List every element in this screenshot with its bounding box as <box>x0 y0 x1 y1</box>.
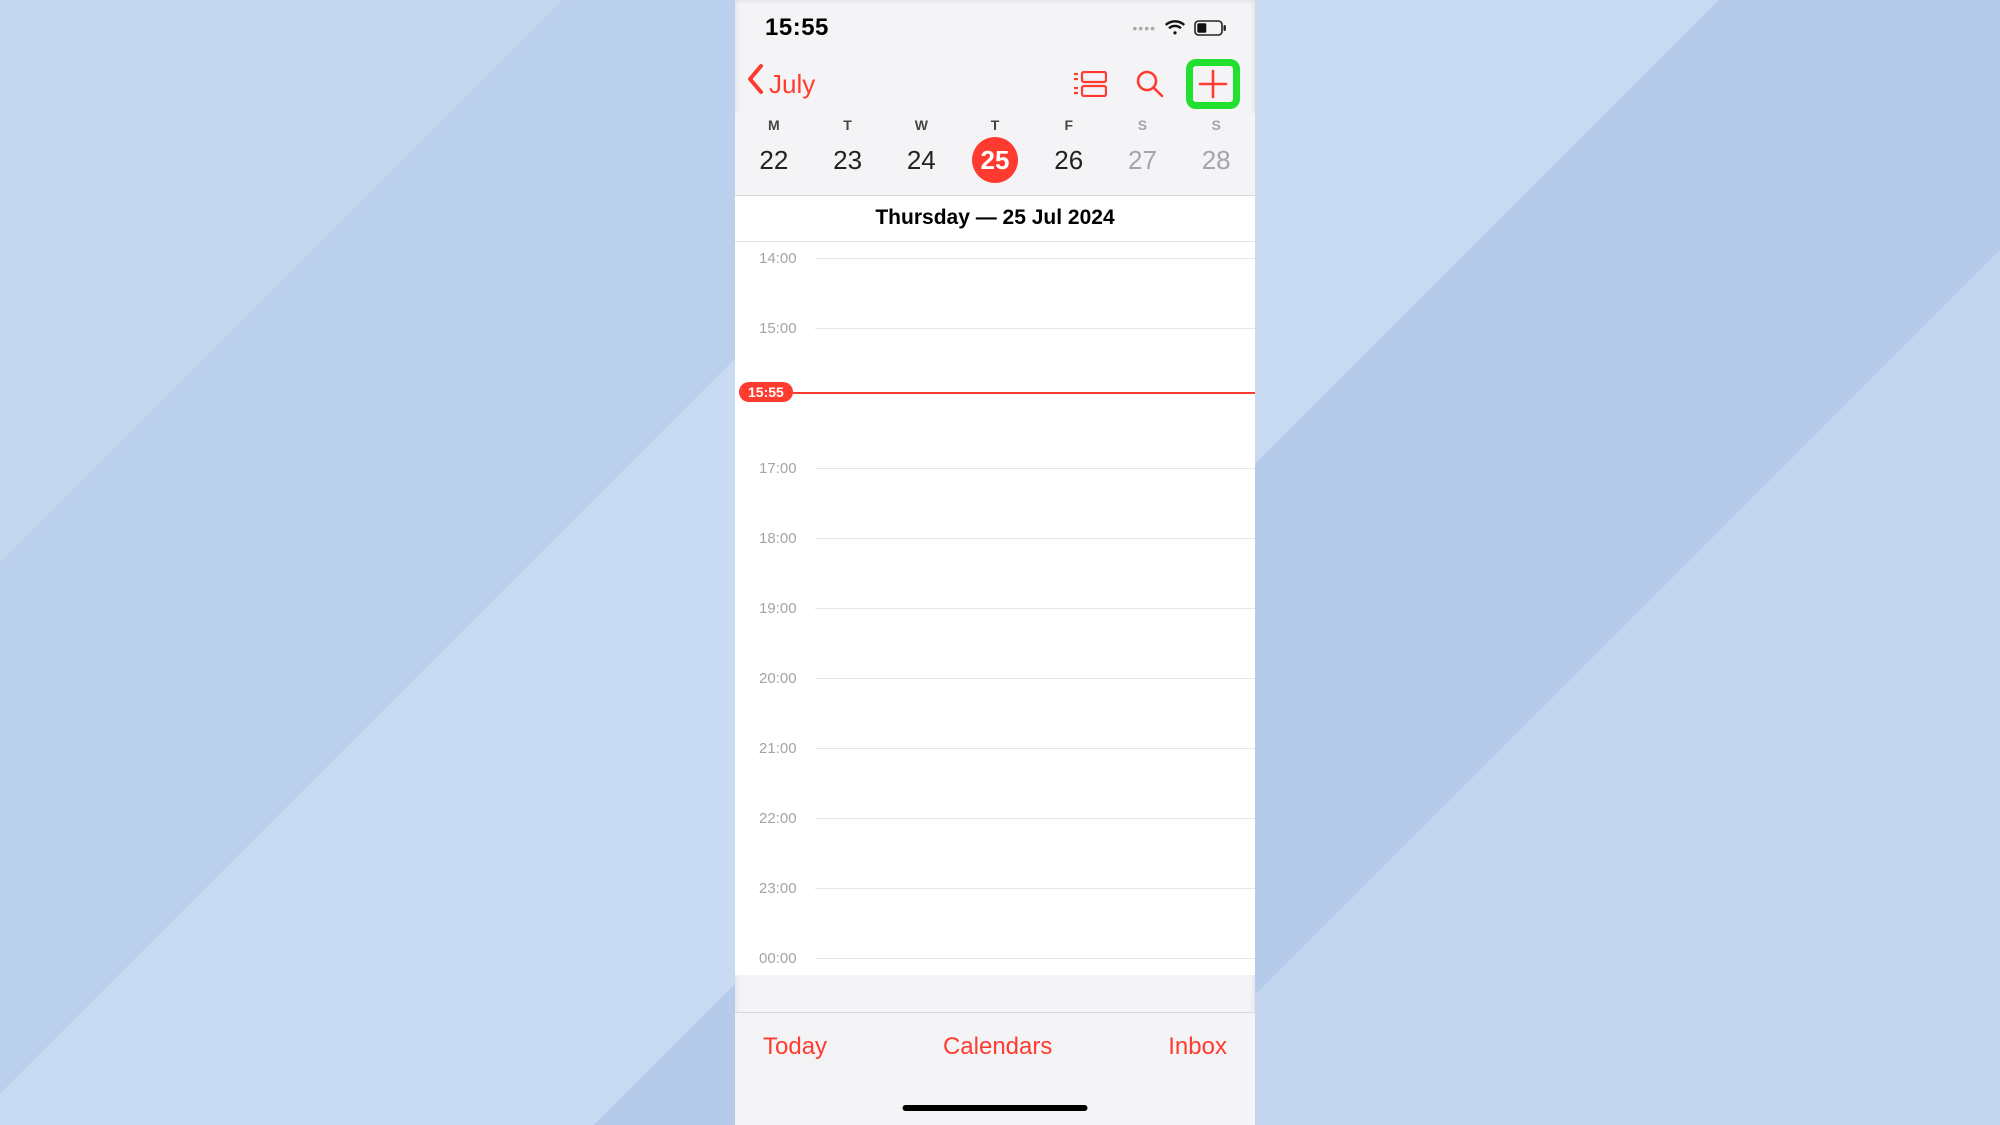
hour-row: 15:00 <box>735 328 1255 398</box>
nav-toolbar: July <box>735 55 1255 113</box>
day-of-week-label: T <box>991 117 1000 133</box>
add-event-button[interactable] <box>1186 59 1240 109</box>
day-column[interactable]: S 27 <box>1106 113 1180 195</box>
hour-label: 18:00 <box>759 530 797 547</box>
hour-label: 22:00 <box>759 810 797 827</box>
hour-row: 00:00 <box>735 958 1255 975</box>
today-button[interactable]: Today <box>763 1033 827 1061</box>
hour-row: 19:00 <box>735 608 1255 678</box>
bottom-toolbar: Today Calendars Inbox <box>735 1012 1255 1125</box>
hour-row: 23:00 <box>735 888 1255 958</box>
day-column[interactable]: W 24 <box>884 113 958 195</box>
hour-row: 18:00 <box>735 538 1255 608</box>
hour-row: 22:00 <box>735 818 1255 888</box>
hour-label: 23:00 <box>759 880 797 897</box>
week-strip: M 22 T 23 W 24 T 25 F 26 S 27 S 28 <box>735 113 1255 196</box>
day-number: 25 <box>972 137 1018 183</box>
hour-line <box>815 818 1255 819</box>
hour-row: 14:00 <box>735 258 1255 328</box>
hour-row: 21:00 <box>735 748 1255 818</box>
day-column[interactable]: M 22 <box>737 113 811 195</box>
hour-line <box>815 958 1255 959</box>
day-number: 22 <box>751 137 797 183</box>
search-button[interactable] <box>1135 69 1165 99</box>
day-number: 26 <box>1046 137 1092 183</box>
status-right: •••• <box>1132 20 1227 36</box>
hour-label: 15:00 <box>759 320 797 337</box>
day-of-week-label: M <box>768 117 780 133</box>
day-number: 24 <box>898 137 944 183</box>
hour-row: 20:00 <box>735 678 1255 748</box>
hour-line <box>815 608 1255 609</box>
day-number: 28 <box>1193 137 1239 183</box>
hour-line <box>815 328 1255 329</box>
day-column[interactable]: T 25 <box>958 113 1032 195</box>
hour-label: 20:00 <box>759 670 797 687</box>
status-time: 15:55 <box>765 14 829 42</box>
back-label: July <box>769 69 815 100</box>
day-of-week-label: W <box>915 117 928 133</box>
battery-icon <box>1194 20 1227 36</box>
selected-date-bar: Thursday — 25 Jul 2024 <box>735 196 1255 242</box>
day-of-week-label: F <box>1064 117 1073 133</box>
inbox-button[interactable]: Inbox <box>1168 1033 1227 1061</box>
hour-line <box>815 888 1255 889</box>
day-number: 27 <box>1119 137 1165 183</box>
hour-line <box>815 468 1255 469</box>
hour-row <box>735 398 1255 468</box>
hour-label: 14:00 <box>759 250 797 267</box>
hour-label: 21:00 <box>759 740 797 757</box>
current-time-line <box>793 392 1255 394</box>
day-of-week-label: S <box>1212 117 1221 133</box>
hour-line <box>815 538 1255 539</box>
wifi-icon <box>1164 20 1186 36</box>
cellular-dots-icon: •••• <box>1132 20 1156 36</box>
hour-label: 19:00 <box>759 600 797 617</box>
day-column[interactable]: F 26 <box>1032 113 1106 195</box>
day-number: 23 <box>825 137 871 183</box>
phone-frame: 15:55 •••• July <box>735 0 1255 1125</box>
status-bar: 15:55 •••• <box>735 0 1255 55</box>
hour-line <box>815 258 1255 259</box>
chevron-left-icon <box>747 64 765 100</box>
day-grid[interactable]: 14:0015:0017:0018:0019:0020:0021:0022:00… <box>735 242 1255 975</box>
back-button[interactable]: July <box>747 68 815 100</box>
current-time-badge: 15:55 <box>739 382 793 402</box>
day-of-week-label: S <box>1138 117 1147 133</box>
hour-label: 00:00 <box>759 950 797 967</box>
hour-line <box>815 748 1255 749</box>
hour-label: 17:00 <box>759 460 797 477</box>
calendars-button[interactable]: Calendars <box>943 1033 1052 1061</box>
list-view-button[interactable] <box>1073 71 1107 97</box>
home-indicator[interactable] <box>903 1105 1088 1111</box>
hour-row: 17:00 <box>735 468 1255 538</box>
day-column[interactable]: S 28 <box>1179 113 1253 195</box>
day-of-week-label: T <box>843 117 852 133</box>
day-column[interactable]: T 23 <box>811 113 885 195</box>
hour-line <box>815 678 1255 679</box>
